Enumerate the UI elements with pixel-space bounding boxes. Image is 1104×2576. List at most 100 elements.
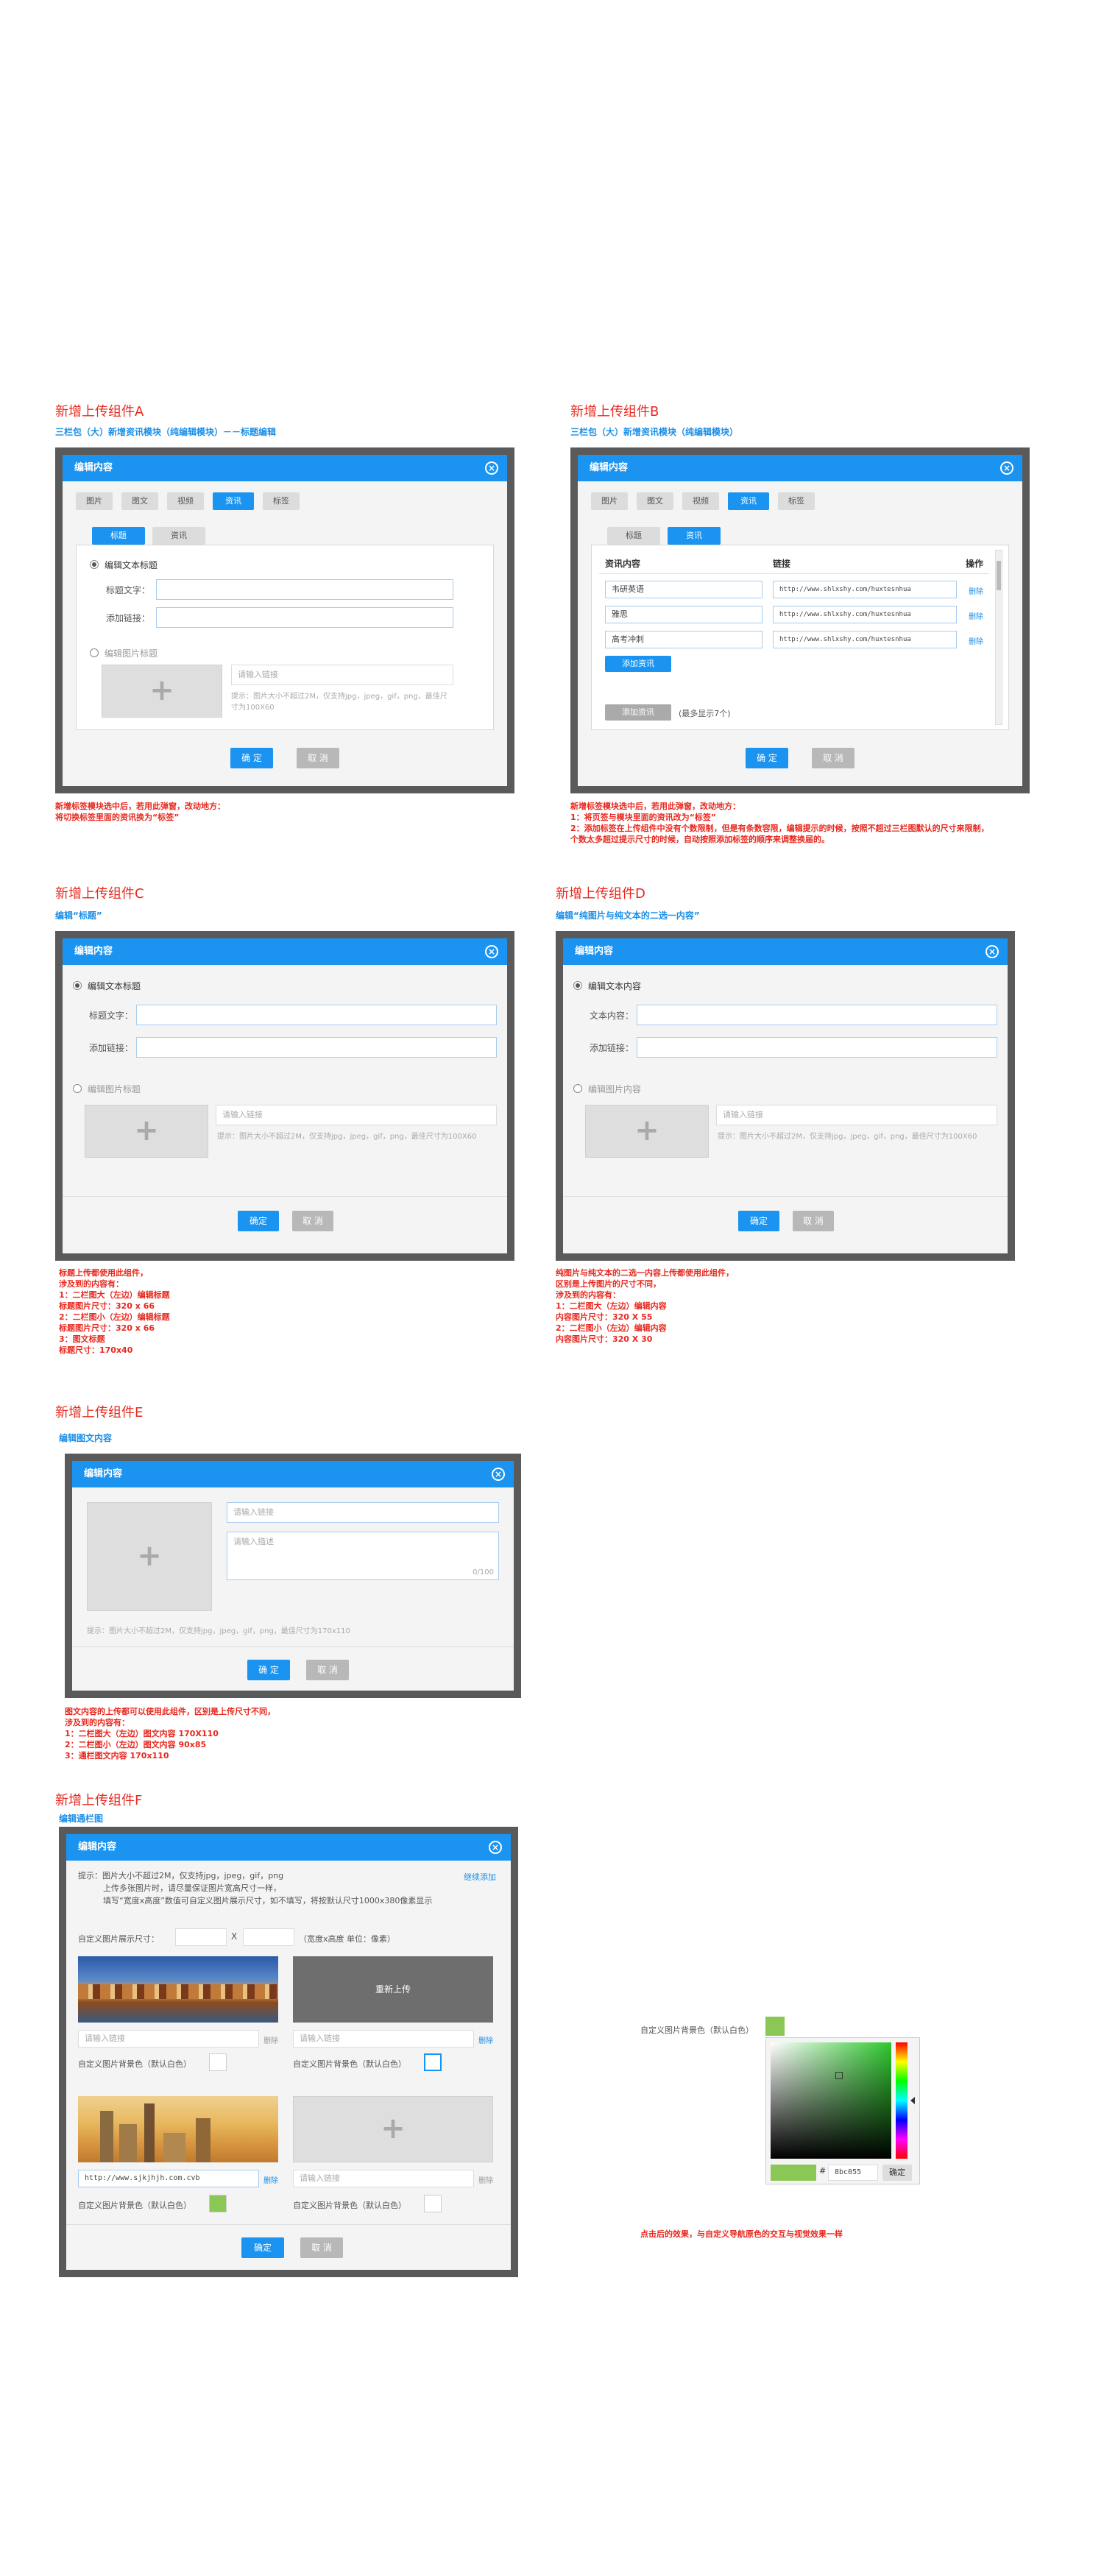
image-link-input[interactable]: http://www.sjkjhjh.com.cvb xyxy=(78,2170,259,2187)
image-link-input[interactable]: 请输入链接 xyxy=(716,1105,997,1125)
image-link-input[interactable]: 请输入链接 xyxy=(231,665,453,685)
image-link-input[interactable]: 请输入链接 xyxy=(293,2170,474,2187)
tab-image[interactable]: 图片 xyxy=(591,492,628,510)
close-icon[interactable]: × xyxy=(489,1841,502,1854)
image-link-value: http://www.sjkjhjh.com.cvb xyxy=(85,2174,200,2182)
width-input[interactable] xyxy=(175,1928,227,1946)
bg-color-swatch[interactable] xyxy=(424,2053,442,2071)
close-icon[interactable]: × xyxy=(485,461,498,475)
tab-video[interactable]: 视频 xyxy=(167,492,204,510)
subtab-title[interactable]: 标题 xyxy=(607,527,660,545)
note-line: 2：添加标签在上传组件中没有个数限制，但是有条数容限，编辑提示的时候，按照不超过… xyxy=(570,824,989,833)
dialog-header: 编辑内容 × xyxy=(72,1461,514,1487)
image-upload-plus-icon[interactable]: + xyxy=(293,2096,493,2162)
close-icon[interactable]: × xyxy=(986,945,999,958)
scrollbar[interactable] xyxy=(995,550,1002,725)
link-input[interactable] xyxy=(156,607,453,628)
news-content-input[interactable]: 韦研英语 xyxy=(605,581,762,598)
height-input[interactable] xyxy=(243,1928,294,1946)
image-upload-plus-icon[interactable]: + xyxy=(585,1105,709,1158)
bg-color-swatch[interactable] xyxy=(424,2195,442,2212)
ok-button[interactable]: 确 定 xyxy=(247,1660,290,1680)
saturation-cursor[interactable] xyxy=(835,2072,843,2079)
cancel-button[interactable]: 取 消 xyxy=(812,748,854,768)
image-link-input[interactable]: 请输入链接 xyxy=(78,2030,259,2048)
description-input[interactable]: 请输入描述 0/100 xyxy=(227,1532,499,1580)
news-content-input[interactable]: 高考冲刺 xyxy=(605,631,762,648)
tab-image[interactable]: 图片 xyxy=(76,492,113,510)
delete-link[interactable]: 删除 xyxy=(263,2174,278,2185)
cancel-button[interactable]: 取 消 xyxy=(306,1660,349,1680)
hue-slider[interactable] xyxy=(896,2042,907,2159)
cancel-button[interactable]: 取 消 xyxy=(297,748,339,768)
tab-tags[interactable]: 标签 xyxy=(263,492,300,510)
venice-image[interactable] xyxy=(78,1956,278,2023)
image-link-input[interactable]: 请输入链接 xyxy=(216,1105,497,1125)
delete-link[interactable]: 删除 xyxy=(969,635,983,646)
ok-button[interactable]: 确定 xyxy=(738,1211,779,1231)
bg-color-swatch-green[interactable] xyxy=(209,2195,227,2212)
radio-image-title[interactable] xyxy=(90,648,99,657)
tab-tags[interactable]: 标签 xyxy=(778,492,815,510)
ok-button[interactable]: 确定 xyxy=(241,2237,284,2258)
title-input[interactable] xyxy=(136,1005,497,1025)
section-subtitle-a: 三栏包（大）新增资讯模块（纯编辑模块）－－标题编辑 xyxy=(55,427,277,437)
upload-hint: 提示：图片大小不超过2M，仅支持jpg，jpeg，gif，png，最佳尺寸为10… xyxy=(231,693,447,712)
hex-input[interactable]: 8bc055 xyxy=(828,2165,878,2181)
image-upload-plus-icon[interactable]: + xyxy=(87,1502,212,1611)
link-input[interactable]: 请输入链接 xyxy=(227,1502,499,1523)
delete-link[interactable]: 删除 xyxy=(478,2034,493,2045)
image-upload-plus-icon[interactable]: + xyxy=(102,665,222,718)
link-input[interactable] xyxy=(637,1037,997,1058)
text-content-input[interactable] xyxy=(637,1005,997,1025)
add-news-button[interactable]: 添加资讯 xyxy=(605,656,671,672)
saturation-area[interactable] xyxy=(771,2042,891,2159)
news-link-input[interactable]: http://www.shlxshy.com/huxtesnhua xyxy=(773,581,957,598)
ok-button[interactable]: 确定 xyxy=(238,1211,279,1231)
radio-text-content[interactable] xyxy=(573,981,582,990)
bg-color-swatch[interactable] xyxy=(209,2053,227,2071)
radio-text-title[interactable] xyxy=(90,560,99,569)
scrollbar-thumb[interactable] xyxy=(997,561,1001,590)
news-link-input[interactable]: http://www.shlxshy.com/huxtesnhua xyxy=(773,606,957,623)
radio-text-title[interactable] xyxy=(73,981,82,990)
image-link-input[interactable]: 请输入链接 xyxy=(293,2030,474,2048)
delete-link[interactable]: 删除 xyxy=(969,585,983,596)
tab-news[interactable]: 资讯 xyxy=(728,492,769,510)
news-content-input[interactable]: 雅思 xyxy=(605,606,762,623)
continue-add-link[interactable]: 继续添加 xyxy=(464,1871,496,1883)
tab-image-text[interactable]: 图文 xyxy=(121,492,158,510)
close-icon[interactable]: × xyxy=(492,1468,505,1481)
dialog-e: 编辑内容 × + 请输入链接 请输入描述 0/100 提示：图片大小不超过2M，仅… xyxy=(72,1461,514,1691)
cancel-button[interactable]: 取 消 xyxy=(292,1211,333,1231)
times-symbol: X xyxy=(231,1931,238,1942)
radio-image-content[interactable] xyxy=(573,1084,582,1093)
tab-image-text[interactable]: 图文 xyxy=(637,492,673,510)
news-link-input[interactable]: http://www.shlxshy.com/huxtesnhua xyxy=(773,631,957,648)
picker-confirm-button[interactable]: 确定 xyxy=(882,2165,912,2181)
subtab-news[interactable]: 资讯 xyxy=(668,527,721,545)
close-icon[interactable]: × xyxy=(485,945,498,958)
tab-news[interactable]: 资讯 xyxy=(213,492,254,510)
close-icon[interactable]: × xyxy=(1000,461,1013,475)
cancel-button[interactable]: 取 消 xyxy=(300,2237,343,2258)
ok-button[interactable]: 确 定 xyxy=(746,748,788,768)
delete-link[interactable]: 删除 xyxy=(478,2174,493,2185)
image-upload-plus-icon[interactable]: + xyxy=(85,1105,208,1158)
image-link-placeholder: 请输入链接 xyxy=(300,2173,340,2183)
dialog-d: 编辑内容 × 编辑文本内容 文本内容： 添加链接： 编辑图片内容 + 请输入链接 … xyxy=(563,938,1008,1253)
radio-image-title[interactable] xyxy=(73,1084,82,1093)
picker-swatch[interactable] xyxy=(765,2017,785,2036)
delete-link[interactable]: 删除 xyxy=(263,2034,278,2045)
title-input[interactable] xyxy=(156,579,453,600)
hue-pointer-icon[interactable] xyxy=(910,2097,915,2104)
link-input[interactable] xyxy=(136,1037,497,1058)
city-image[interactable] xyxy=(78,2096,278,2162)
cancel-button[interactable]: 取 消 xyxy=(793,1211,834,1231)
tab-video[interactable]: 视频 xyxy=(682,492,719,510)
subtab-title[interactable]: 标题 xyxy=(92,527,145,545)
subtab-news[interactable]: 资讯 xyxy=(152,527,205,545)
delete-link[interactable]: 删除 xyxy=(969,610,983,621)
reupload-button[interactable]: 重新上传 xyxy=(293,1956,493,2023)
ok-button[interactable]: 确 定 xyxy=(230,748,273,768)
